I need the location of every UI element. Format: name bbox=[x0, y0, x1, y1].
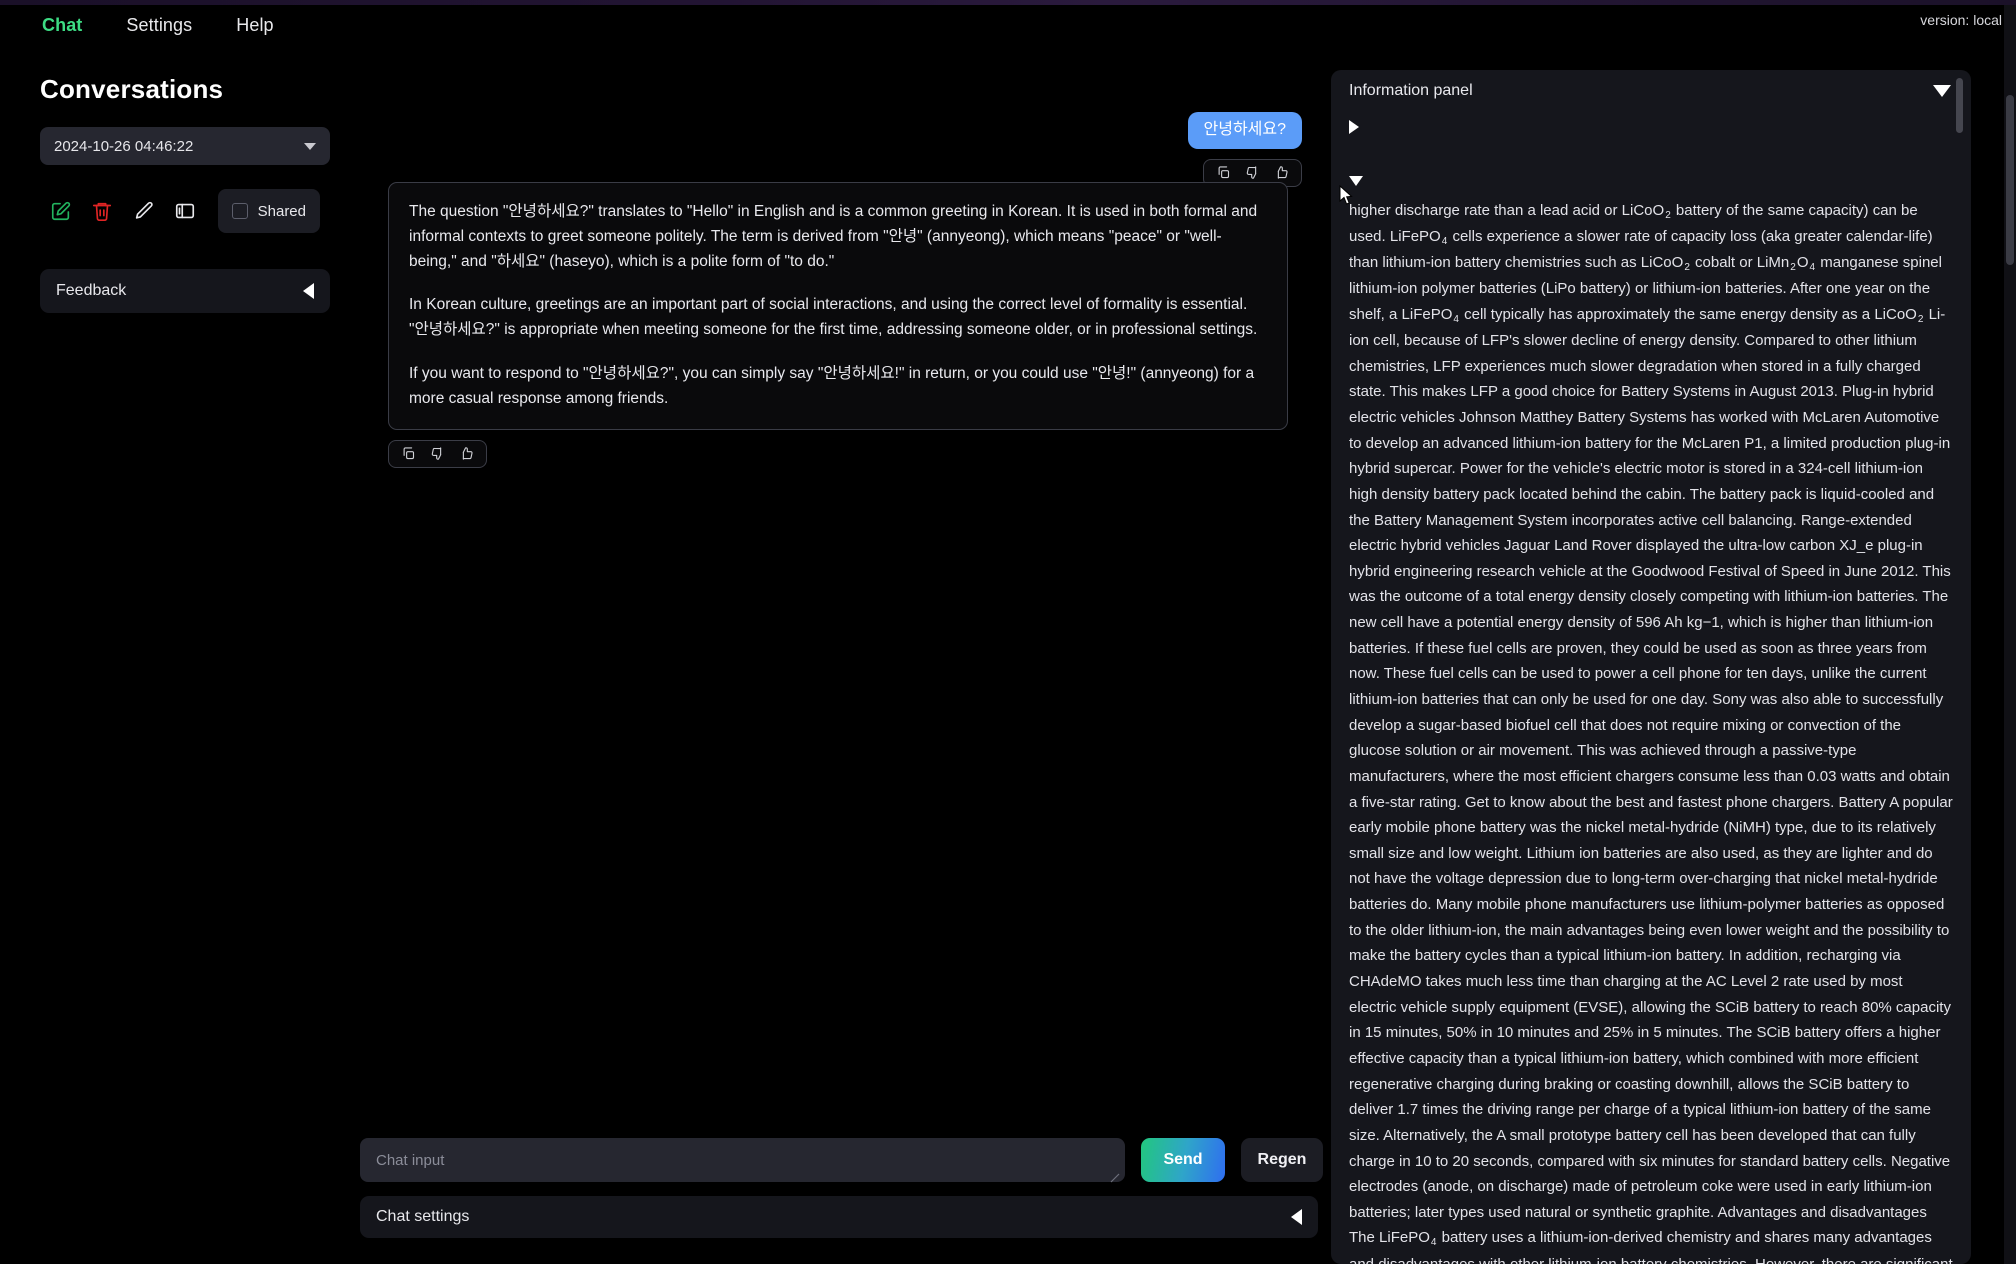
info-expander-expanded[interactable] bbox=[1349, 166, 1953, 196]
feedback-panel-label: Feedback bbox=[56, 282, 127, 299]
information-panel-scrollbar[interactable] bbox=[1956, 78, 1963, 1256]
delete-conversation-button[interactable] bbox=[81, 189, 122, 233]
thumbs-up-icon[interactable] bbox=[459, 446, 474, 461]
caret-left-icon bbox=[1291, 1209, 1302, 1225]
chat-settings-label: Chat settings bbox=[376, 1208, 470, 1225]
assistant-message-bubble: The question "안녕하세요?" translates to "Hel… bbox=[388, 182, 1288, 430]
version-label: version: local bbox=[1920, 12, 2002, 28]
chat-settings-toggle[interactable]: Chat settings bbox=[360, 1196, 1318, 1238]
thumbs-down-icon[interactable] bbox=[430, 446, 445, 461]
rename-conversation-button[interactable] bbox=[123, 189, 164, 233]
shared-checkbox[interactable]: Shared bbox=[217, 189, 320, 233]
caret-down-icon bbox=[1349, 176, 1363, 186]
user-message-bubble: 안녕하세요? bbox=[1187, 112, 1302, 149]
main-navbar: Chat Settings Help bbox=[0, 5, 2016, 45]
shared-checkbox-box bbox=[231, 203, 248, 219]
information-panel-text: higher discharge rate than a lead acid o… bbox=[1349, 202, 1953, 1264]
conversations-sidebar: Conversations 2024-10-26 04:46:22 Shared… bbox=[0, 52, 360, 1264]
thumbs-down-icon[interactable] bbox=[1245, 165, 1260, 180]
nav-item-settings[interactable]: Settings bbox=[124, 13, 194, 38]
nav-item-chat[interactable]: Chat bbox=[40, 13, 84, 38]
information-panel-header[interactable]: Information panel bbox=[1331, 70, 1971, 112]
feedback-panel-toggle[interactable]: Feedback bbox=[40, 269, 330, 313]
assistant-paragraph-2: In Korean culture, greetings are an impo… bbox=[409, 296, 1258, 339]
assistant-message-actions bbox=[388, 439, 487, 468]
chevron-down-icon bbox=[304, 142, 316, 150]
scrollbar-thumb[interactable] bbox=[1956, 78, 1963, 133]
assistant-paragraph-3: If you want to respond to "안녕하세요?", you … bbox=[409, 364, 1255, 407]
conversation-actions: Shared bbox=[40, 187, 320, 235]
regen-button[interactable]: Regen bbox=[1241, 1138, 1323, 1182]
message-list: 안녕하세요? The question "안녕하세요?" translates … bbox=[360, 52, 1330, 1112]
information-panel: Information panel higher discharge rate … bbox=[1331, 70, 1971, 1264]
page-scrollbar[interactable] bbox=[2004, 5, 2016, 1264]
copy-icon[interactable] bbox=[1216, 165, 1231, 180]
pencil-icon bbox=[135, 201, 153, 219]
send-button[interactable]: Send bbox=[1141, 1138, 1225, 1182]
page-title: Conversations bbox=[40, 74, 224, 104]
assistant-message: The question "안녕하세요?" translates to "Hel… bbox=[388, 182, 1288, 468]
chat-dock: Send Regen Chat settings bbox=[360, 1124, 1330, 1264]
thumbs-up-icon[interactable] bbox=[1274, 165, 1289, 180]
assistant-paragraph-1: The question "안녕하세요?" translates to "Hel… bbox=[409, 203, 1258, 271]
chat-input[interactable] bbox=[360, 1138, 1125, 1182]
caret-down-icon[interactable] bbox=[1933, 85, 1951, 97]
caret-left-icon bbox=[303, 283, 314, 299]
split-view-icon bbox=[175, 203, 194, 219]
nav-item-help[interactable]: Help bbox=[234, 13, 275, 38]
new-conversation-button[interactable] bbox=[40, 189, 81, 233]
caret-right-icon bbox=[1349, 120, 1359, 134]
information-panel-title: Information panel bbox=[1349, 82, 1473, 99]
shared-checkbox-label: Shared bbox=[257, 202, 306, 220]
user-message: 안녕하세요? bbox=[1187, 112, 1302, 187]
chat-input-row: Send Regen bbox=[360, 1138, 1323, 1182]
new-conversation-icon bbox=[51, 201, 70, 221]
conversation-select-value: 2024-10-26 04:46:22 bbox=[54, 137, 194, 155]
split-view-button[interactable] bbox=[164, 189, 205, 233]
info-expander-collapsed[interactable] bbox=[1349, 112, 1953, 142]
scrollbar-thumb[interactable] bbox=[2006, 95, 2014, 265]
conversation-select[interactable]: 2024-10-26 04:46:22 bbox=[40, 127, 330, 165]
copy-icon[interactable] bbox=[401, 446, 416, 461]
trash-icon bbox=[93, 202, 112, 221]
chat-column: 안녕하세요? The question "안녕하세요?" translates … bbox=[360, 52, 1330, 1264]
information-panel-body: higher discharge rate than a lead acid o… bbox=[1331, 112, 1971, 1264]
